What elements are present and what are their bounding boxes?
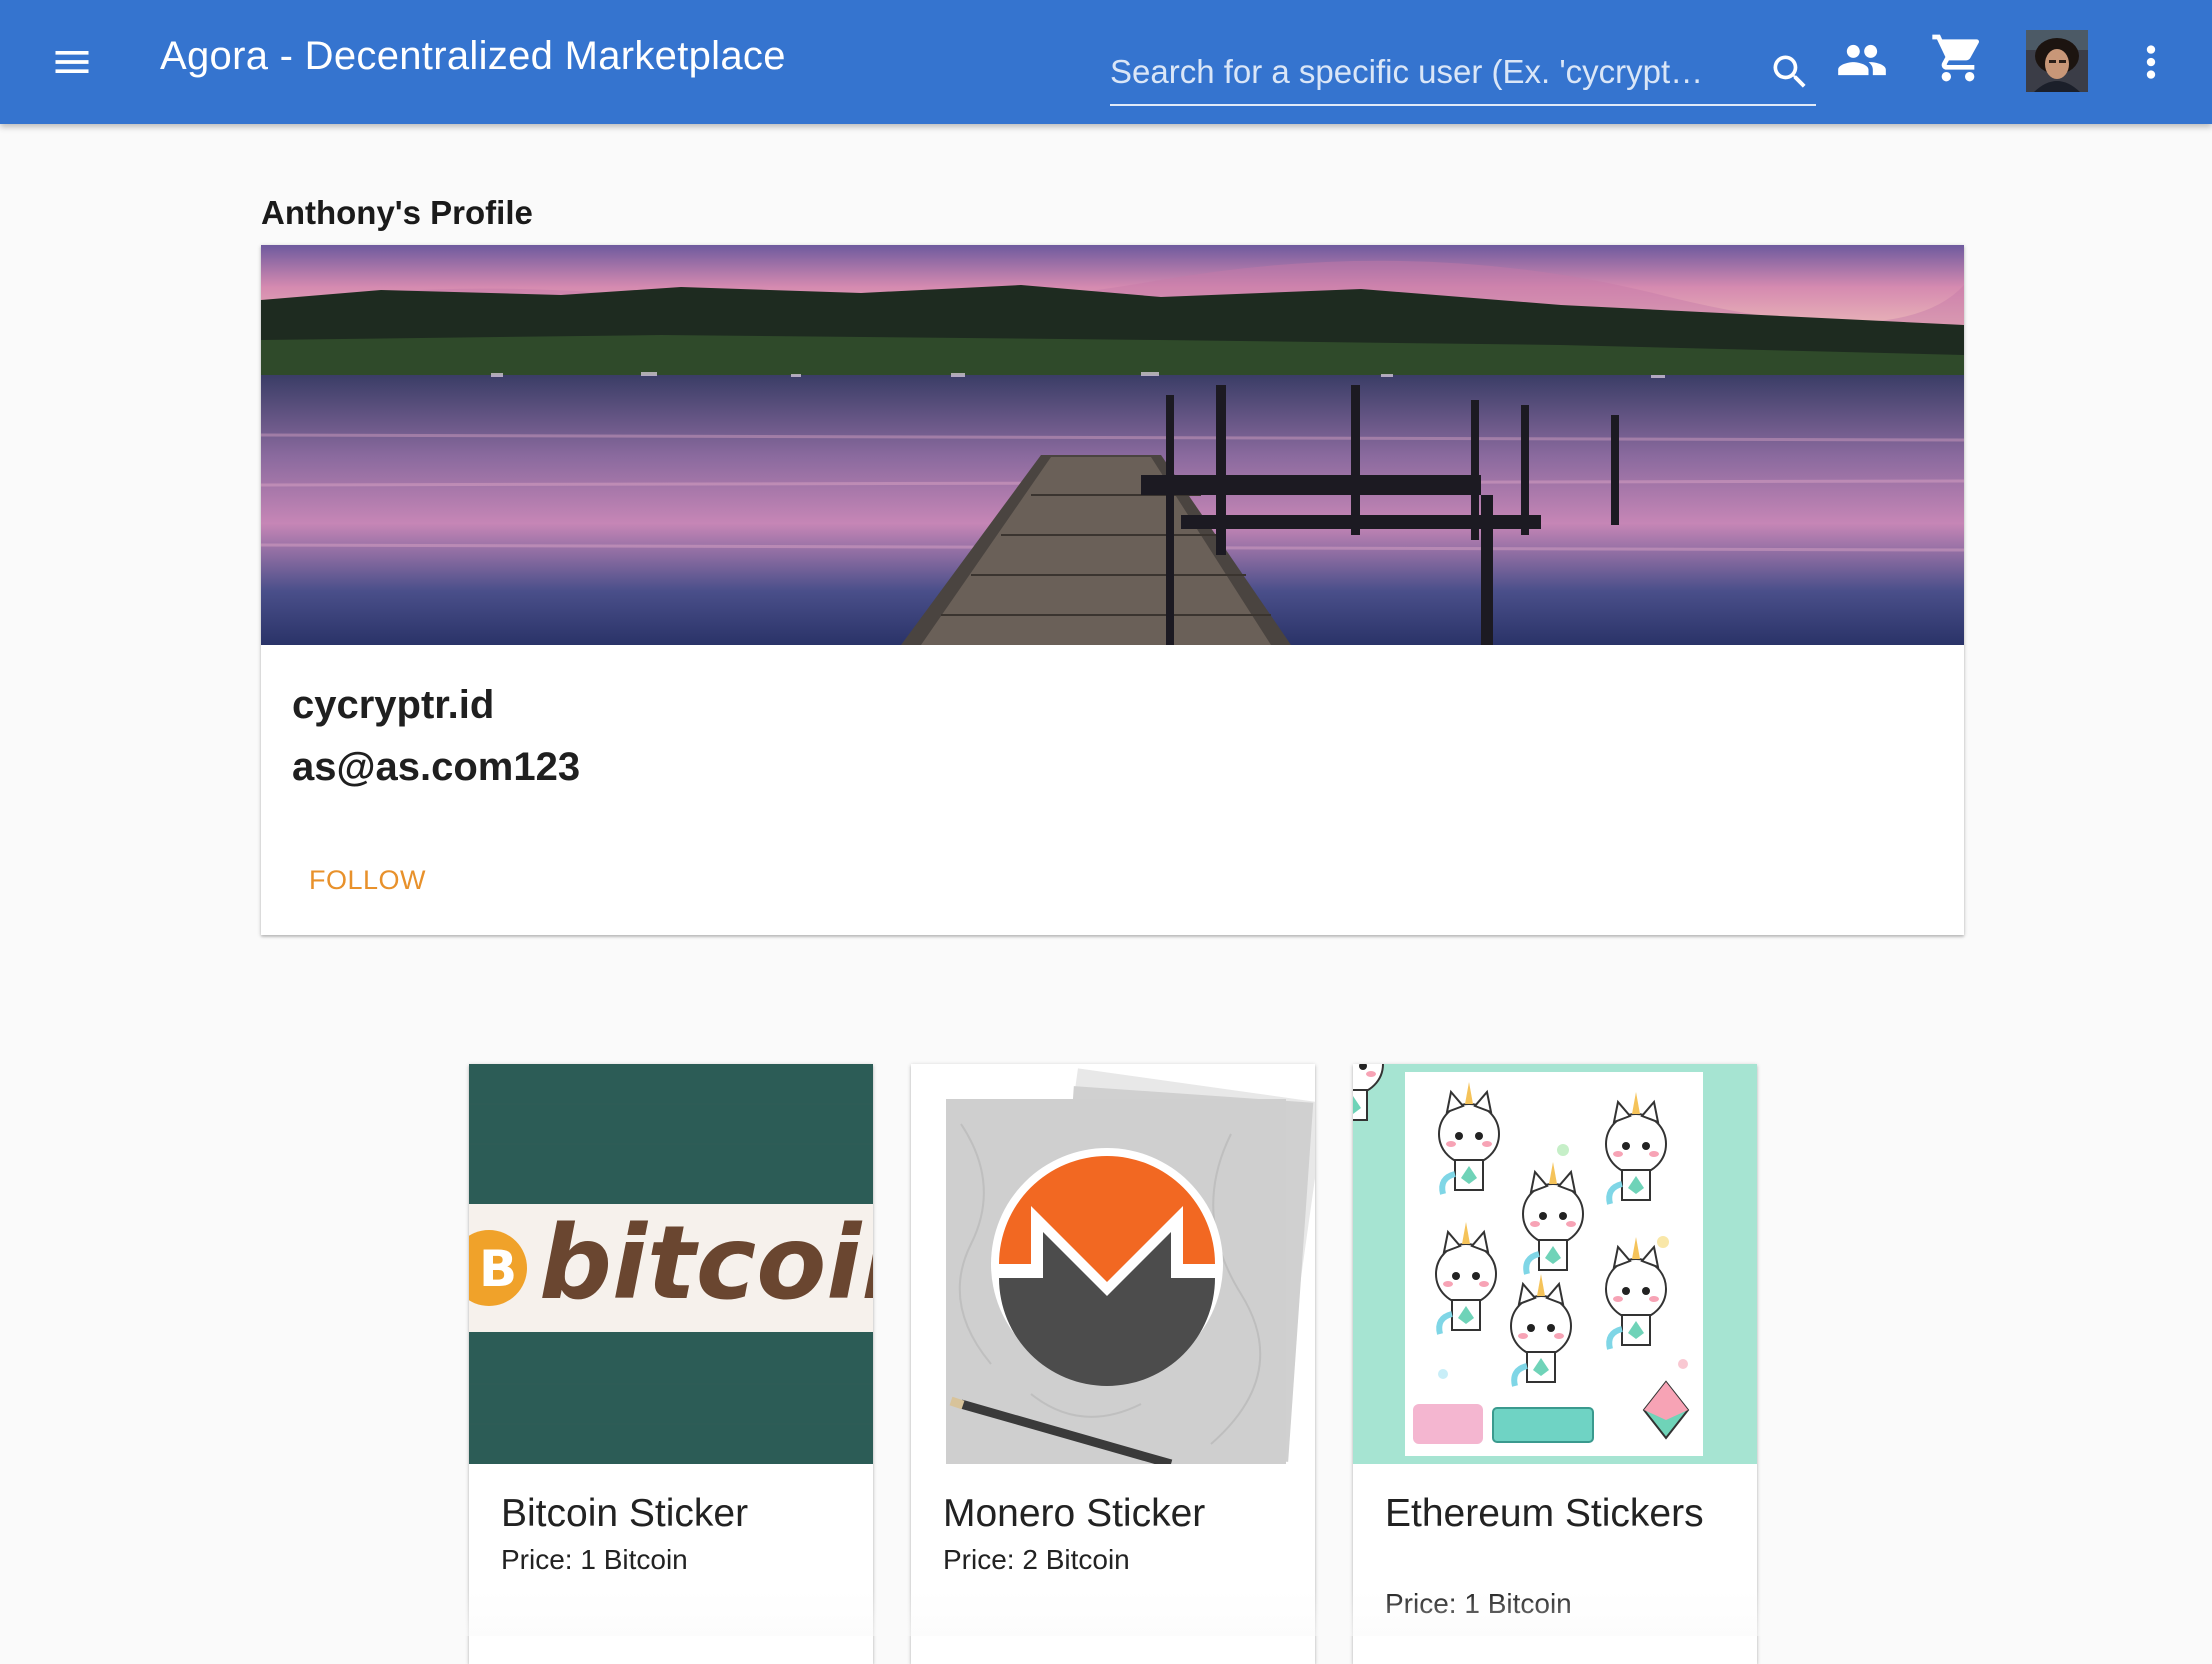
- bitcoin-sticker-image: B bitcoin: [469, 1064, 873, 1464]
- product-price: Price: 1 Bitcoin: [1385, 1588, 1572, 1619]
- profile-heading: Anthony's Profile: [261, 194, 533, 231]
- product-name: Bitcoin Sticker: [501, 1492, 749, 1535]
- search-input[interactable]: [1110, 44, 1750, 100]
- search-icon[interactable]: [1768, 50, 1812, 94]
- app-title: Agora - Decentralized Marketplace: [160, 34, 786, 78]
- people-icon[interactable]: [1836, 34, 1892, 90]
- profile-banner-image: [261, 245, 1964, 645]
- product-name: Ethereum Stickers: [1385, 1492, 1704, 1535]
- shopping-cart-icon[interactable]: [1930, 30, 1986, 86]
- product-price: Price: 2 Bitcoin: [943, 1544, 1130, 1575]
- follow-button[interactable]: FOLLOW: [283, 857, 452, 904]
- more-vert-icon[interactable]: [2126, 34, 2176, 90]
- product-card-monero[interactable]: Monero Sticker Price: 2 Bitcoin: [911, 1064, 1315, 1664]
- profile-email: as@as.com123: [292, 745, 581, 789]
- ethereum-stickers-image: [1353, 1064, 1757, 1464]
- product-price: Price: 1 Bitcoin: [501, 1544, 688, 1575]
- profile-username: cycryptr.id: [292, 683, 495, 727]
- product-card-ethereum[interactable]: Ethereum Stickers Price: 1 Bitcoin: [1353, 1064, 1757, 1664]
- svg-text:B: B: [479, 1240, 517, 1298]
- product-card-bitcoin[interactable]: B bitcoin Bitcoin Sticker Price: 1 Bitco…: [469, 1064, 873, 1664]
- app-bar: Agora - Decentralized Marketplace: [0, 0, 2212, 124]
- profile-card: cycryptr.id as@as.com123 FOLLOW: [261, 245, 1964, 935]
- menu-icon[interactable]: [50, 40, 94, 84]
- product-name: Monero Sticker: [943, 1492, 1206, 1535]
- avatar[interactable]: [2026, 30, 2088, 92]
- bitcoin-logo-text: bitcoin: [539, 1204, 873, 1323]
- monero-sticker-image: [911, 1064, 1315, 1464]
- user-search: [1110, 44, 1816, 106]
